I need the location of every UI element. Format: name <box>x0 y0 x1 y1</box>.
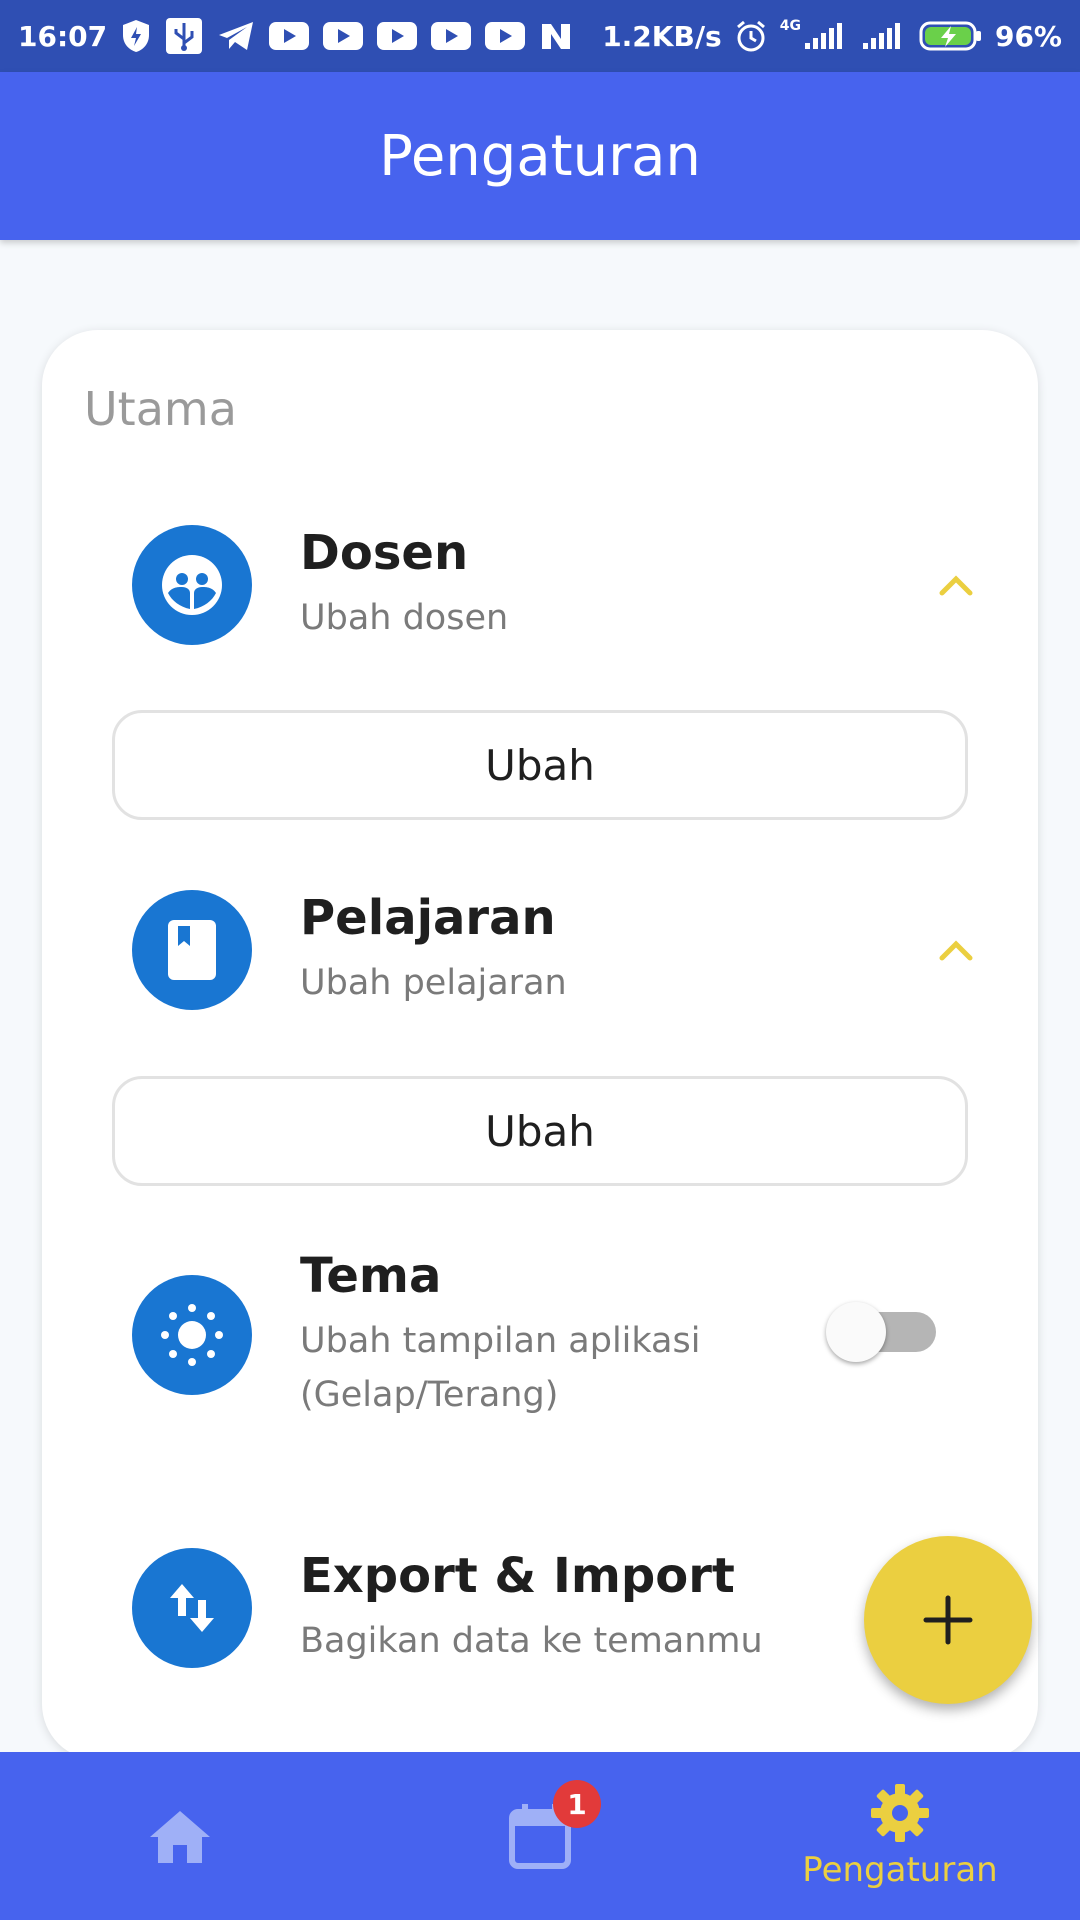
network-type: 4G <box>779 18 801 34</box>
youtube-icon <box>269 22 310 50</box>
theme-toggle[interactable] <box>826 1300 936 1362</box>
status-time: 16:07 <box>18 19 108 53</box>
settings-item-text: Dosen Ubah dosen <box>300 525 508 645</box>
settings-item-text: Tema Ubah tampilan aplikasi (Gelap/Teran… <box>300 1248 700 1422</box>
pelajaran-ubah-button[interactable]: Ubah <box>112 1076 968 1186</box>
battery-charging-icon <box>919 20 983 52</box>
nav-settings[interactable]: Pengaturan <box>720 1752 1080 1920</box>
settings-item-text: Pelajaran Ubah pelajaran <box>300 890 567 1010</box>
nav-calendar[interactable]: 1 <box>360 1752 720 1920</box>
page-title: Pengaturan <box>379 123 701 189</box>
nav-home[interactable] <box>0 1752 360 1920</box>
status-bar-right: 1.2KB/s 4G 96% <box>602 18 1062 53</box>
subtitle-line-2: (Gelap/Terang) <box>300 1375 559 1415</box>
alarm-icon <box>734 19 768 53</box>
settings-item-dosen[interactable]: Dosen Ubah dosen <box>132 525 992 645</box>
network-speed: 1.2KB/s <box>602 19 722 53</box>
settings-card: Utama Dosen Ubah dosen Ubah Pelajaran Ub… <box>42 330 1038 1760</box>
youtube-icon <box>431 22 472 50</box>
brightness-icon <box>132 1275 252 1395</box>
shield-icon <box>121 19 151 53</box>
usb-icon <box>165 17 203 55</box>
settings-item-title: Tema <box>300 1248 442 1304</box>
nav-settings-label: Pengaturan <box>802 1850 998 1890</box>
settings-item-title: Export & Import <box>300 1548 735 1604</box>
swap-vertical-icon <box>132 1548 252 1668</box>
settings-item-title: Pelajaran <box>300 890 556 946</box>
youtube-icon <box>377 22 418 50</box>
subtitle-line-1: Ubah tampilan aplikasi <box>300 1321 701 1361</box>
settings-item-pelajaran[interactable]: Pelajaran Ubah pelajaran <box>132 890 992 1010</box>
app-bar: Pengaturan <box>0 72 1080 240</box>
section-title: Utama <box>84 382 237 436</box>
n-app-icon <box>539 21 573 51</box>
plus-icon <box>923 1595 973 1645</box>
signal-4g-icon: 4G <box>779 18 849 51</box>
toggle-thumb <box>826 1302 886 1362</box>
settings-item-title: Dosen <box>300 525 469 581</box>
settings-item-subtitle: Bagikan data ke temanmu <box>300 1621 763 1661</box>
settings-item-subtitle: Ubah tampilan aplikasi (Gelap/Terang) <box>300 1314 700 1422</box>
gear-icon <box>871 1784 929 1842</box>
telegram-icon <box>217 20 255 52</box>
notification-badge: 1 <box>553 1780 601 1828</box>
battery-percent: 96% <box>994 19 1062 53</box>
dosen-ubah-button[interactable]: Ubah <box>112 710 968 820</box>
chevron-up-icon[interactable] <box>936 565 976 605</box>
settings-item-tema[interactable]: Tema Ubah tampilan aplikasi (Gelap/Teran… <box>132 1248 992 1415</box>
home-icon <box>150 1811 210 1863</box>
book-icon <box>132 890 252 1010</box>
settings-item-text: Export & Import Bagikan data ke temanmu <box>300 1548 763 1668</box>
people-icon <box>132 525 252 645</box>
status-bar-left: 16:07 <box>18 17 573 55</box>
status-bar: 16:07 1.2KB/s 4G 96% <box>0 0 1080 72</box>
settings-item-subtitle: Ubah pelajaran <box>300 963 567 1003</box>
chevron-up-icon[interactable] <box>936 930 976 970</box>
settings-item-export-import[interactable]: Export & Import Bagikan data ke temanmu <box>132 1548 992 1668</box>
add-fab-button[interactable] <box>864 1536 1032 1704</box>
youtube-icon <box>323 22 364 50</box>
youtube-icon <box>485 22 526 50</box>
bottom-navigation: 1 Pengaturan <box>0 1752 1080 1920</box>
signal-icon <box>861 21 907 51</box>
settings-item-subtitle: Ubah dosen <box>300 598 509 638</box>
